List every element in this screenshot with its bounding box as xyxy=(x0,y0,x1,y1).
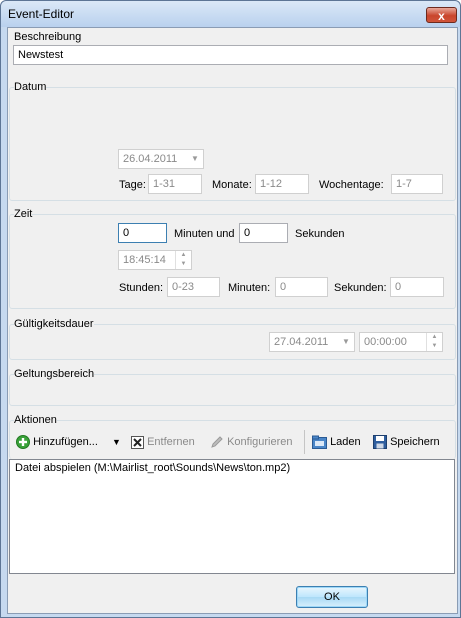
tage-label: Tage: xyxy=(119,179,146,191)
toolbar-separator xyxy=(304,430,305,454)
gueltigkeit-date-picker[interactable]: 27.04.2011 ▼ xyxy=(269,332,355,352)
spin-up-icon[interactable]: ▲ xyxy=(427,333,442,342)
spin-up-icon[interactable]: ▲ xyxy=(176,251,191,260)
datum-date-picker[interactable]: 26.04.2011 ▼ xyxy=(118,149,204,169)
load-label: Laden xyxy=(330,436,361,448)
gueltigkeit-title: Gültigkeitsdauer xyxy=(14,318,94,330)
delete-icon xyxy=(131,435,144,449)
tage-input[interactable]: 1-31 xyxy=(148,174,202,194)
sekunden2-label: Sekunden: xyxy=(334,282,387,294)
minuten-und-input[interactable]: 0 xyxy=(118,223,167,243)
zeit-time-value: 18:45:14 xyxy=(123,254,166,266)
save-label: Speichern xyxy=(390,436,440,448)
add-button[interactable]: Hinzufügen... xyxy=(16,433,98,451)
wochentage-input[interactable]: 1-7 xyxy=(391,174,443,194)
datum-date-value: 26.04.2011 xyxy=(123,153,178,165)
remove-button[interactable]: Entfernen xyxy=(131,433,195,451)
add-label: Hinzufügen... xyxy=(33,436,98,448)
load-button[interactable]: Laden xyxy=(312,433,361,451)
spin-down-icon[interactable]: ▼ xyxy=(176,260,191,269)
gueltigkeit-date-value: 27.04.2011 xyxy=(274,336,329,348)
aktionen-title: Aktionen xyxy=(14,414,57,426)
list-item[interactable]: Datei abspielen (M:\Mairlist_root\Sounds… xyxy=(10,460,454,476)
gueltigkeit-time-spinner[interactable]: 00:00:00 ▲ ▼ xyxy=(359,332,443,352)
chevron-down-icon[interactable]: ▼ xyxy=(338,333,354,351)
configure-label: Konfigurieren xyxy=(227,436,293,448)
gueltigkeit-spinner-buttons[interactable]: ▲ ▼ xyxy=(426,333,442,351)
chevron-down-icon[interactable]: ▼ xyxy=(112,437,121,447)
event-editor-window: Event-Editor x Beschreibung Newstest Dat… xyxy=(0,0,461,618)
stunden-input[interactable]: 0-23 xyxy=(167,277,220,297)
add-dropdown-arrow[interactable]: ▼ xyxy=(112,433,121,451)
gueltigkeit-time-value: 00:00:00 xyxy=(364,336,407,348)
configure-button[interactable]: Konfigurieren xyxy=(210,433,293,451)
remove-label: Entfernen xyxy=(147,436,195,448)
chevron-down-icon[interactable]: ▼ xyxy=(187,150,203,168)
beschreibung-input[interactable]: Newstest xyxy=(13,45,448,65)
time-spinner-buttons[interactable]: ▲ ▼ xyxy=(175,251,191,269)
pencil-icon xyxy=(211,436,223,448)
plus-icon xyxy=(16,435,30,450)
title-bar[interactable]: Event-Editor x xyxy=(1,1,460,27)
window-title: Event-Editor xyxy=(8,7,75,21)
wochentage-label: Wochentage: xyxy=(319,179,384,191)
save-button[interactable]: Speichern xyxy=(373,433,440,451)
zeit-title: Zeit xyxy=(14,208,33,220)
zeit-time-spinner[interactable]: 18:45:14 ▲ ▼ xyxy=(118,250,192,270)
sekunden-input[interactable]: 0 xyxy=(239,223,288,243)
datum-title: Datum xyxy=(14,81,47,93)
sekunden-label: Sekunden xyxy=(295,228,345,240)
close-button[interactable]: x xyxy=(426,7,457,23)
spin-down-icon[interactable]: ▼ xyxy=(427,342,442,351)
minuten-label: Minuten: xyxy=(228,282,271,294)
floppy-disk-icon xyxy=(373,435,387,450)
dialog-body: Beschreibung Newstest Datum 26.04.2011 ▼… xyxy=(7,27,458,614)
folder-icon xyxy=(312,435,327,450)
ok-button[interactable]: OK xyxy=(296,586,368,608)
monate-label: Monate: xyxy=(212,179,252,191)
beschreibung-label: Beschreibung xyxy=(14,31,82,43)
sekunden2-input[interactable]: 0 xyxy=(390,277,444,297)
minuten-und-label: Minuten und xyxy=(174,228,235,240)
monate-input[interactable]: 1-12 xyxy=(255,174,309,194)
minuten-input[interactable]: 0 xyxy=(275,277,328,297)
geltungsbereich-title: Geltungsbereich xyxy=(14,368,95,380)
actions-list[interactable]: Datei abspielen (M:\Mairlist_root\Sounds… xyxy=(9,459,455,574)
stunden-label: Stunden: xyxy=(119,282,164,294)
